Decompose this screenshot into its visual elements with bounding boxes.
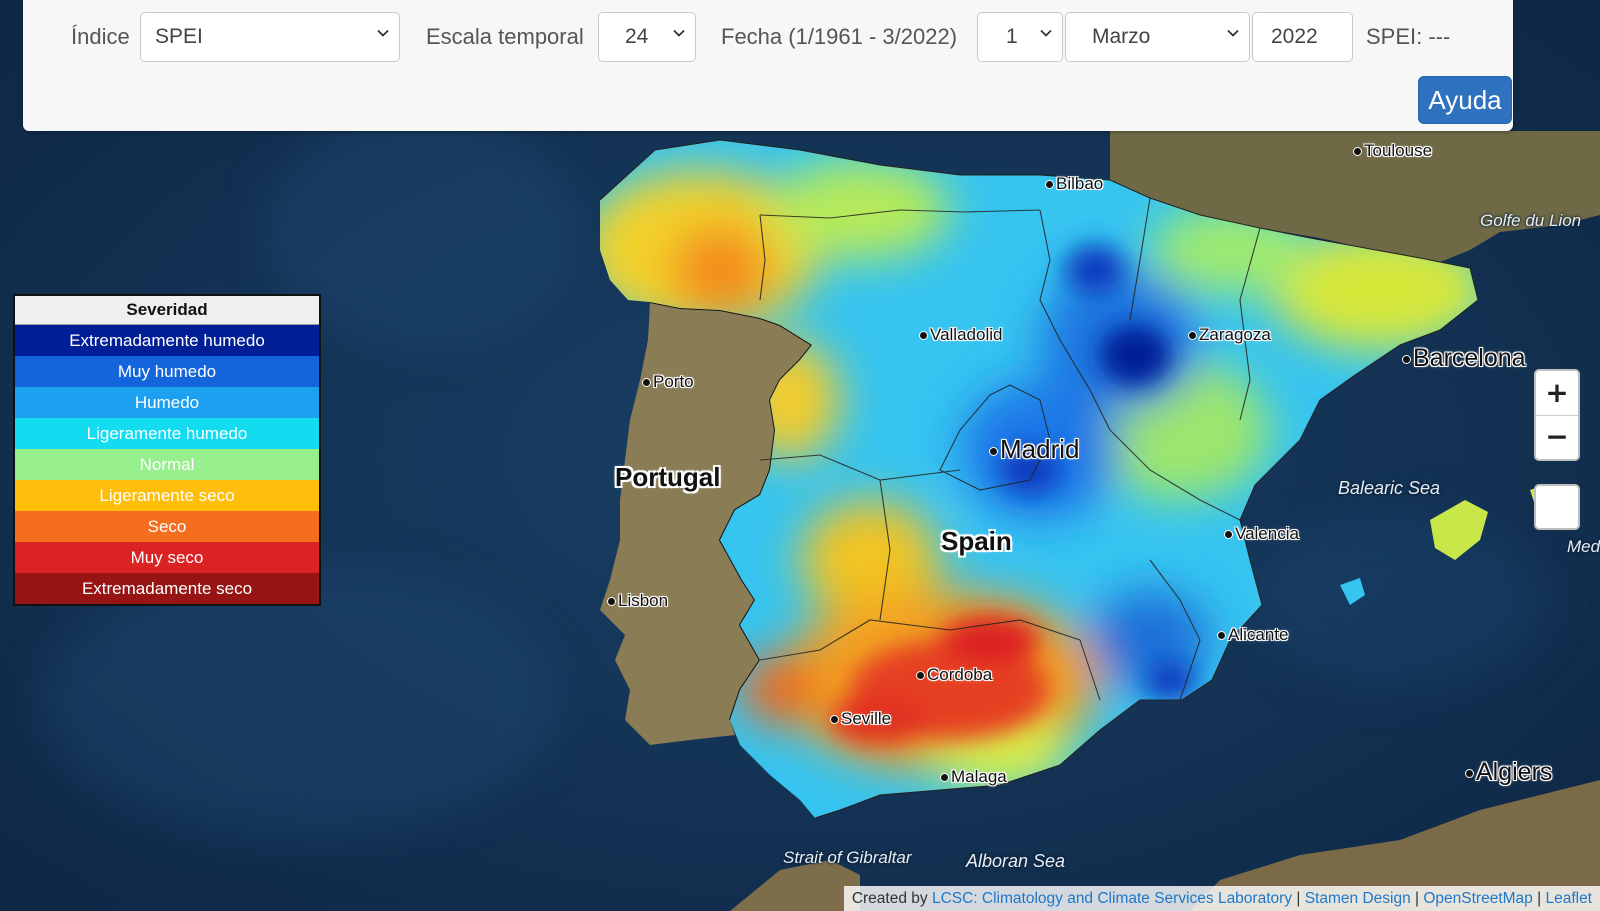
city-label: Malaga (951, 767, 1007, 786)
osm-link[interactable]: OpenStreetMap (1423, 890, 1532, 907)
indice-select[interactable]: SPEI (140, 12, 400, 62)
city-seville: Seville (830, 709, 891, 729)
sea-label-alboran: Alboran Sea (966, 851, 1066, 871)
city-label: Barcelona (1413, 344, 1526, 372)
city-dot-icon (1045, 180, 1054, 190)
country-label-spain: Spain (941, 526, 1012, 556)
city-dot-icon (1188, 331, 1197, 341)
city-dot-icon (830, 715, 839, 725)
city-label: Alicante (1228, 625, 1289, 644)
city-dot-icon (607, 597, 616, 607)
help-button[interactable]: Ayuda (1418, 76, 1512, 124)
legend-row: Muy seco (15, 542, 319, 573)
chevron-down-icon (673, 29, 685, 37)
zoom-control: + − (1534, 369, 1580, 461)
lcsc-link[interactable]: LCSC: Climatology and Climate Services L… (932, 890, 1292, 907)
city-valencia: Valencia (1224, 524, 1299, 544)
legend-title: Severidad (15, 296, 319, 325)
escala-label: Escala temporal (426, 24, 584, 49)
country-label-portugal: Portugal (615, 462, 721, 492)
city-label: Madrid (1000, 434, 1080, 464)
city-dot-icon (989, 446, 998, 456)
legend-row: Normal (15, 449, 319, 480)
legend-row: Extremadamente seco (15, 573, 319, 604)
month-select[interactable]: Marzo (1065, 12, 1250, 62)
city-dot-icon (1217, 631, 1226, 641)
city-label: Toulouse (1364, 141, 1433, 160)
city-madrid: Madrid (989, 434, 1079, 465)
zoom-out-button[interactable]: − (1536, 415, 1578, 459)
city-malaga: Malaga (940, 767, 1007, 787)
attribution-bar: Created by LCSC: Climatology and Climate… (843, 886, 1600, 911)
legend-row: Humedo (15, 387, 319, 418)
city-dot-icon (642, 378, 651, 388)
city-label: Algiers (1476, 758, 1553, 786)
attribution-sep: | (1296, 890, 1301, 907)
chevron-down-icon (1040, 29, 1052, 37)
city-label: Bilbao (1056, 174, 1104, 193)
stamen-link[interactable]: Stamen Design (1305, 890, 1411, 907)
escala-select-value: 24 (625, 25, 649, 48)
legend-row: Ligeramente humedo (15, 418, 319, 449)
year-input-value: 2022 (1271, 25, 1318, 48)
chevron-down-icon (377, 29, 389, 37)
city-dot-icon (1465, 768, 1474, 778)
attribution-prefix: Created by (851, 890, 928, 907)
attribution-sep: | (1537, 890, 1542, 907)
month-select-value: Marzo (1092, 25, 1151, 48)
city-label: Valladolid (930, 325, 1003, 344)
legend-row: Ligeramente seco (15, 480, 319, 511)
city-dot-icon (1402, 354, 1411, 364)
city-dot-icon (1224, 530, 1233, 540)
city-label: Zaragoza (1199, 325, 1271, 344)
city-label: Lisbon (618, 591, 669, 610)
legend-row: Extremadamente humedo (15, 325, 319, 356)
city-bilbao: Bilbao (1045, 174, 1103, 194)
day-select[interactable]: 1 (977, 12, 1063, 62)
city-label: Seville (841, 709, 892, 728)
day-select-value: 1 (1006, 25, 1018, 48)
city-label: Porto (653, 372, 694, 391)
indice-label: Índice (71, 24, 130, 49)
city-lisbon: Lisbon (607, 591, 668, 611)
city-toulouse: Toulouse (1353, 141, 1432, 161)
sea-label-golfe: Golfe du Lion (1480, 211, 1582, 230)
city-dot-icon (919, 331, 928, 341)
city-dot-icon (1353, 147, 1362, 157)
city-cordoba: Cordoba (916, 665, 992, 685)
city-porto: Porto (642, 372, 694, 392)
legend-row: Seco (15, 511, 319, 542)
severity-legend: Severidad Extremadamente humedo Muy humed… (13, 294, 321, 606)
city-alicante: Alicante (1217, 625, 1288, 645)
spei-readout: SPEI: --- (1366, 24, 1451, 49)
chevron-down-icon (1227, 29, 1239, 37)
indice-select-value: SPEI (155, 25, 203, 48)
escala-select[interactable]: 24 (598, 12, 696, 62)
city-label: Cordoba (927, 665, 993, 684)
fecha-label: Fecha (1/1961 - 3/2022) (721, 24, 958, 49)
legend-row: Muy humedo (15, 356, 319, 387)
sea-label-balearic: Balearic Sea (1338, 478, 1441, 498)
zoom-in-button[interactable]: + (1536, 371, 1578, 416)
attribution-sep: | (1415, 890, 1420, 907)
city-dot-icon (940, 773, 949, 783)
city-label: Valencia (1235, 524, 1299, 543)
city-barcelona: Barcelona (1402, 344, 1526, 373)
year-input[interactable]: 2022 (1252, 12, 1353, 62)
sea-label-med: Med (1567, 537, 1600, 556)
city-algiers: Algiers (1465, 758, 1552, 787)
city-dot-icon (916, 671, 925, 681)
leaflet-link[interactable]: Leaflet (1545, 890, 1592, 907)
control-panel: Índice SPEI Escala temporal 24 Fecha (1/… (23, 0, 1513, 131)
city-zaragoza: Zaragoza (1188, 325, 1271, 345)
city-valladolid: Valladolid (919, 325, 1002, 345)
legend-rows: Extremadamente humedo Muy humedo Humedo Lig… (15, 325, 319, 604)
map-extra-button[interactable] (1534, 484, 1580, 530)
sea-label-gibraltar: Strait of Gibraltar (783, 848, 912, 867)
